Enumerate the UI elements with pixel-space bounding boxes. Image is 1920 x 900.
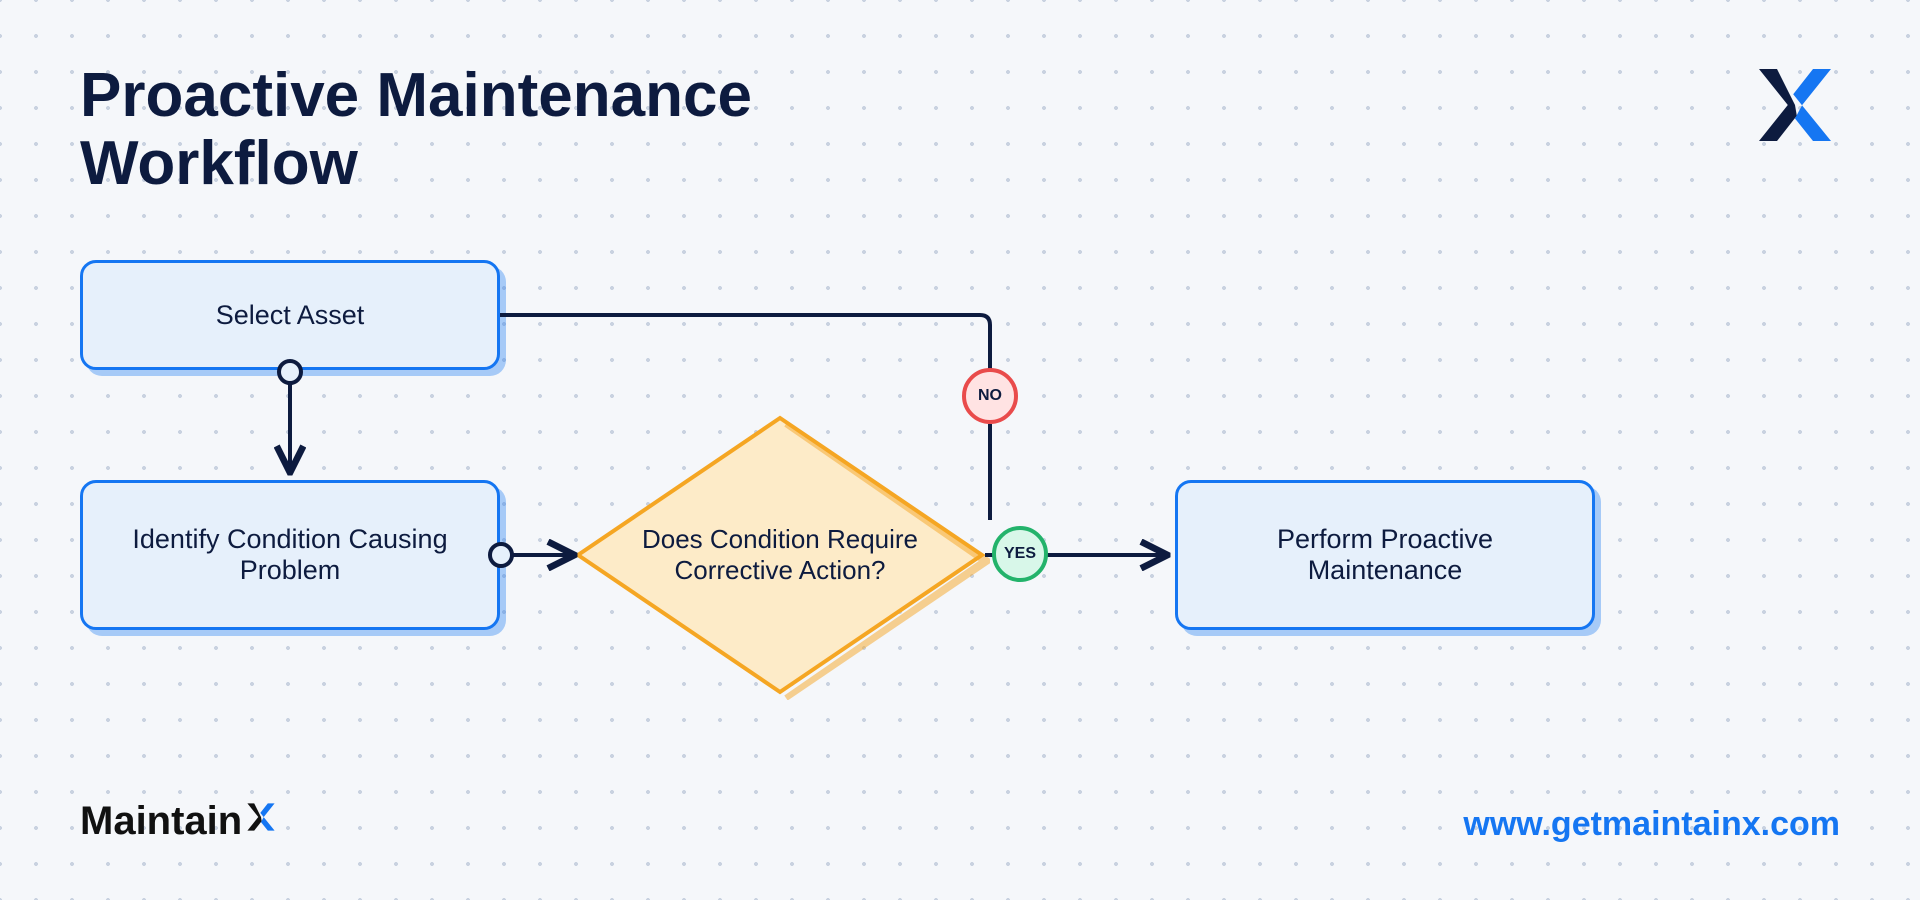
node-label: Identify Condition Causing Problem bbox=[113, 524, 467, 586]
badge-no-label: NO bbox=[978, 387, 1002, 405]
node-label: Select Asset bbox=[216, 300, 365, 331]
brand-text: Maintain bbox=[80, 799, 242, 844]
brand-url: www.getmaintainx.com bbox=[1463, 805, 1840, 844]
connector-dot-icon bbox=[277, 359, 303, 385]
node-decision: Does Condition Require Corrective Action… bbox=[570, 410, 990, 700]
logo-x-icon bbox=[1750, 60, 1840, 150]
node-perform-maintenance: Perform Proactive Maintenance bbox=[1175, 480, 1595, 630]
node-select-asset: Select Asset bbox=[80, 260, 500, 370]
brand-logo: Maintain bbox=[80, 799, 278, 844]
node-label: Perform Proactive Maintenance bbox=[1208, 524, 1562, 586]
badge-yes: YES bbox=[992, 526, 1048, 582]
badge-no: NO bbox=[962, 368, 1018, 424]
decision-label: Does Condition Require Corrective Action… bbox=[630, 524, 930, 586]
node-identify-condition: Identify Condition Causing Problem bbox=[80, 480, 500, 630]
badge-yes-label: YES bbox=[1004, 545, 1036, 563]
connector-dot-icon bbox=[488, 542, 514, 568]
diagram-title: Proactive Maintenance Workflow bbox=[80, 62, 880, 198]
brand-x-icon bbox=[244, 799, 278, 844]
